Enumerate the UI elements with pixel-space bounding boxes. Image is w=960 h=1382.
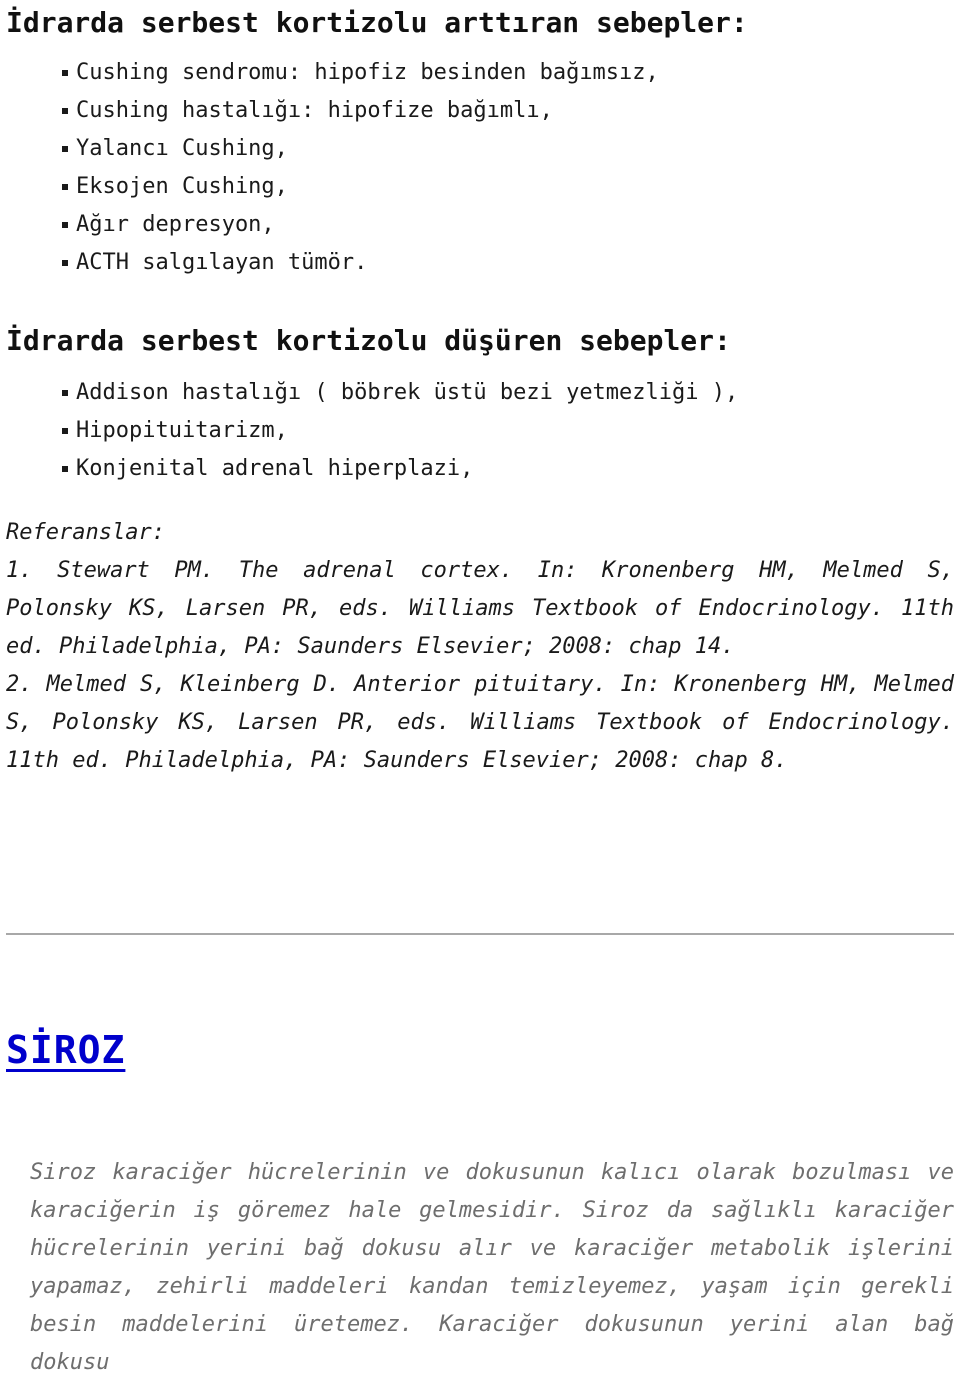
list-item: Hipopituitarizm, <box>62 412 954 450</box>
references-label: Referanslar: <box>6 520 165 545</box>
reference-entry: 2. Melmed S, Kleinberg D. Anterior pitui… <box>6 672 954 773</box>
square-bullet-icon <box>62 222 68 228</box>
square-bullet-icon <box>62 428 68 434</box>
square-bullet-icon <box>62 184 68 190</box>
references-block: Referanslar: 1. Stewart PM. The adrenal … <box>6 514 954 780</box>
list-item-label: Konjenital adrenal hiperplazi, <box>76 456 474 481</box>
siroz-section-title[interactable]: SİROZ <box>6 1028 125 1072</box>
list-decrease-causes: Addison hastalığı ( böbrek üstü bezi yet… <box>6 374 954 488</box>
list-item-label: Cushing hastalığı: hipofize bağımlı, <box>76 98 553 123</box>
list-item: Cushing sendromu: hipofiz besinden bağım… <box>62 54 954 92</box>
square-bullet-icon <box>62 260 68 266</box>
list-item: Addison hastalığı ( böbrek üstü bezi yet… <box>62 374 954 412</box>
document-page: İdrarda serbest kortizolu arttıran sebep… <box>0 6 960 1378</box>
square-bullet-icon <box>62 70 68 76</box>
square-bullet-icon <box>62 108 68 114</box>
square-bullet-icon <box>62 390 68 396</box>
list-increase-causes: Cushing sendromu: hipofiz besinden bağım… <box>6 54 954 282</box>
list-item-label: ACTH salgılayan tümör. <box>76 250 368 275</box>
list-item-label: Hipopituitarizm, <box>76 418 288 443</box>
heading-increase-urinary-free-cortisol: İdrarda serbest kortizolu arttıran sebep… <box>6 6 748 39</box>
list-item: Yalancı Cushing, <box>62 130 954 168</box>
heading-decrease-urinary-free-cortisol: İdrarda serbest kortizolu düşüren sebepl… <box>6 324 731 357</box>
list-item-label: Yalancı Cushing, <box>76 136 288 161</box>
list-item-label: Eksojen Cushing, <box>76 174 288 199</box>
list-item-label: Addison hastalığı ( böbrek üstü bezi yet… <box>76 380 739 405</box>
section-divider <box>6 933 954 935</box>
list-item-label: Cushing sendromu: hipofiz besinden bağım… <box>76 60 659 85</box>
reference-entry: 1. Stewart PM. The adrenal cortex. In: K… <box>6 558 954 659</box>
siroz-description-paragraph: Siroz karaciğer hücrelerinin ve dokusunu… <box>30 1160 954 1375</box>
list-item: Eksojen Cushing, <box>62 168 954 206</box>
square-bullet-icon <box>62 146 68 152</box>
list-item-label: Ağır depresyon, <box>76 212 275 237</box>
list-item: Ağır depresyon, <box>62 206 954 244</box>
list-item: Cushing hastalığı: hipofize bağımlı, <box>62 92 954 130</box>
square-bullet-icon <box>62 466 68 472</box>
list-item: ACTH salgılayan tümör. <box>62 244 954 282</box>
list-item: Konjenital adrenal hiperplazi, <box>62 450 954 488</box>
